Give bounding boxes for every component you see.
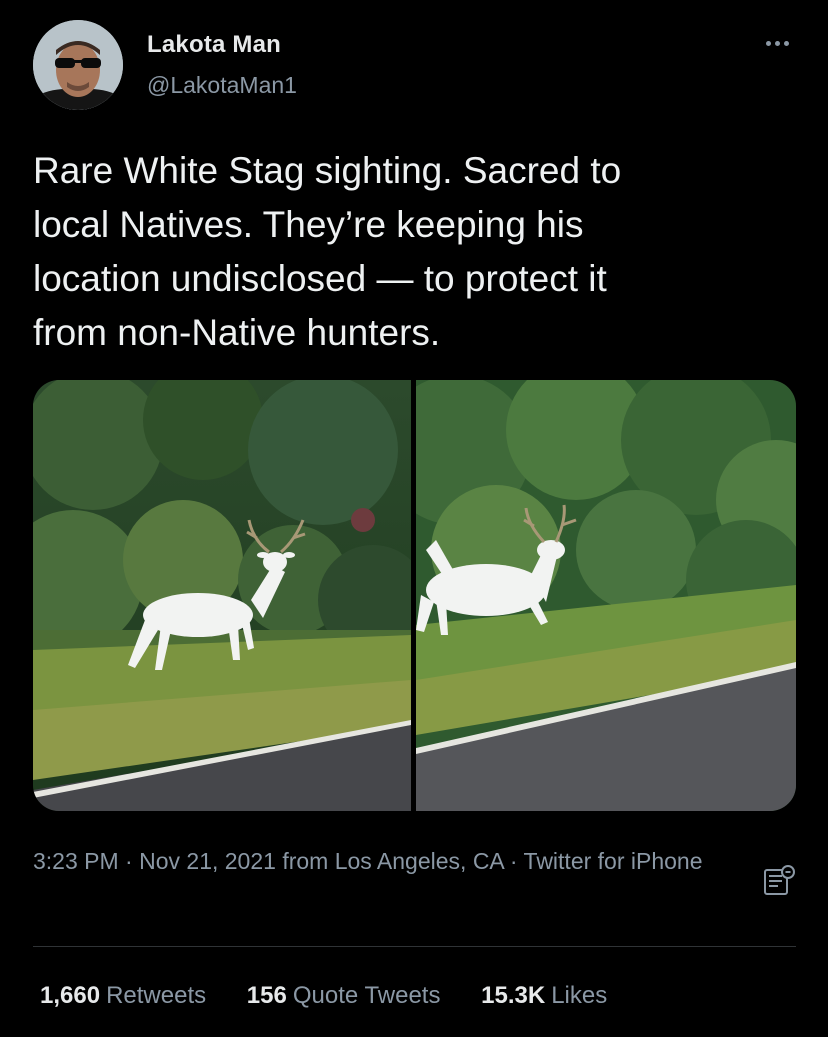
stats-divider — [33, 946, 796, 947]
likes-count: 15.3K — [481, 982, 546, 1009]
retweets-label: Retweets — [106, 982, 207, 1009]
more-icon[interactable] — [758, 28, 798, 58]
meta-separator: · — [118, 848, 140, 874]
tweet-time[interactable]: 3:23 PM — [33, 848, 119, 874]
quote-tweets-label: Quote Tweets — [292, 982, 441, 1009]
likes-label: Likes — [551, 982, 608, 1009]
photo-white-stag-right[interactable] — [416, 380, 796, 811]
photo-white-stag-left[interactable] — [33, 380, 411, 811]
likes-stat[interactable]: 15.3K Likes — [481, 982, 607, 1010]
tweet-stats: 1,660 Retweets 156 Quote Tweets 15.3K Likes — [40, 982, 641, 1010]
tweet-text: Rare White Stag sighting. Sacred to loca… — [33, 150, 622, 353]
tweet-media — [33, 380, 796, 811]
retweets-count: 1,660 — [40, 982, 101, 1009]
avatar-image — [33, 20, 123, 110]
retweets-stat[interactable]: 1,660 Retweets — [40, 982, 206, 1010]
tweet-meta: 3:23 PM · Nov 21, 2021 from Los Angeles,… — [33, 843, 723, 880]
tweet-date[interactable]: Nov 21, 2021 — [139, 848, 276, 874]
meta-separator: · — [503, 848, 524, 874]
tweet-location: from Los Angeles, CA — [275, 848, 504, 874]
author-name[interactable]: Lakota Man — [147, 31, 281, 59]
translate-icon[interactable] — [762, 863, 796, 897]
quote-tweets-stat[interactable]: 156 Quote Tweets — [247, 982, 441, 1010]
quote-tweets-count: 156 — [246, 982, 287, 1009]
author-handle[interactable]: @LakotaMan1 — [147, 72, 297, 99]
author-avatar[interactable] — [33, 20, 123, 110]
tweet-client[interactable]: Twitter for iPhone — [524, 848, 703, 874]
